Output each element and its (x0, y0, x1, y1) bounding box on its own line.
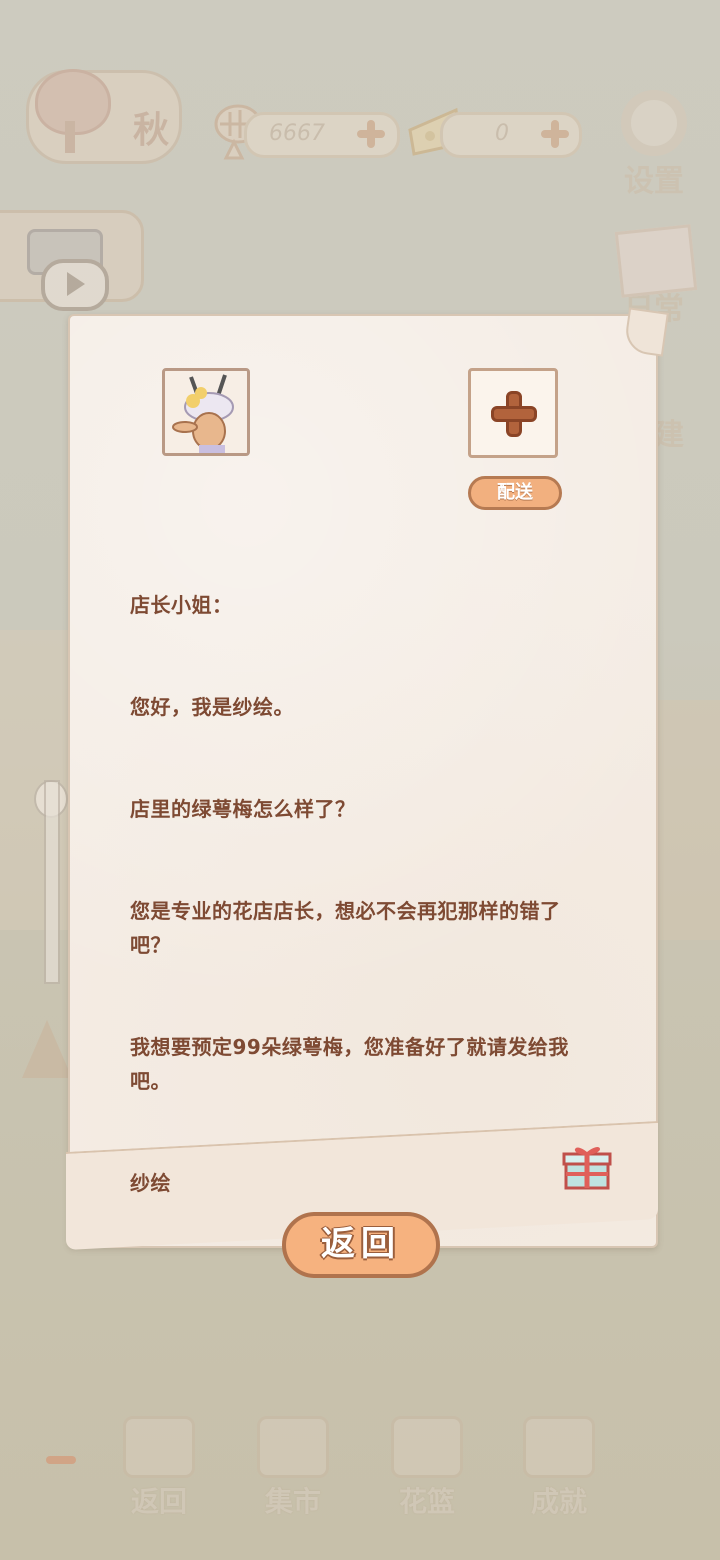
gear-icon (621, 90, 687, 156)
settings-button[interactable]: 设置 (614, 90, 694, 199)
add-fish-button[interactable] (355, 118, 387, 150)
letter-body: 店长小姐： 您好，我是纱绘。 店里的绿萼梅怎么样了？ 您是专业的花店店长，想必不… (130, 520, 590, 1268)
collapse-handle[interactable] (46, 1456, 76, 1464)
settings-label: 设置 (624, 164, 684, 199)
nav-basket[interactable]: 花篮 (384, 1416, 470, 1518)
neighbor-house (650, 700, 720, 940)
paper-curl (623, 307, 669, 357)
notepad-icon (614, 224, 698, 298)
antelope-character-icon (165, 371, 247, 453)
letter-line: 您是专业的花店店长，想必不会再犯那样的错了吧？ (130, 899, 561, 957)
fish-count: 6667 (269, 121, 325, 146)
nav-basket-label: 花篮 (398, 1485, 455, 1518)
nav-return-label: 返回 (130, 1485, 187, 1518)
cheese-count: 0 (495, 121, 509, 146)
tree-trunk (65, 121, 75, 153)
market-stall-icon (257, 1416, 329, 1478)
daily-button[interactable]: 日常 (612, 224, 698, 327)
gift-icon[interactable] (562, 1142, 612, 1190)
cheese-counter: 0 (440, 112, 582, 158)
add-cheese-button[interactable] (539, 118, 571, 150)
deliver-button[interactable]: 配送 (468, 476, 562, 510)
fish-counter: 6667 (244, 112, 400, 158)
plus-icon (491, 391, 537, 437)
nav-market-label: 集市 (264, 1485, 321, 1518)
street-lamp-pole (44, 780, 60, 984)
nav-achievements-label: 成就 (530, 1485, 587, 1518)
letter-line: 店里的绿萼梅怎么样了？ (130, 797, 356, 821)
order-letter: 配送 店长小姐： 您好，我是纱绘。 店里的绿萼梅怎么样了？ 您是专业的花店店长，… (66, 307, 669, 1250)
add-flower-slot[interactable] (468, 368, 558, 458)
letter-line: 您好，我是纱绘。 (130, 695, 294, 719)
nav-market[interactable]: 集市 (250, 1416, 336, 1518)
window-icon (123, 1416, 195, 1478)
season-badge[interactable]: 秋 (26, 69, 182, 164)
letter-signature: 纱绘 (130, 1171, 171, 1195)
roof-cone (22, 1020, 72, 1078)
play-icon (41, 259, 109, 311)
trophy-icon (523, 1416, 595, 1478)
video-shop-button[interactable] (0, 210, 144, 311)
build-label[interactable]: 建 (654, 410, 684, 454)
letter-line: 我想要预定99朵绿萼梅，您准备好了就请发给我吧。 (130, 1035, 569, 1093)
back-button[interactable]: 返回 (282, 1212, 440, 1278)
nav-achievements[interactable]: 成就 (516, 1416, 602, 1518)
nav-return[interactable]: 返回 (116, 1416, 202, 1518)
letter-line: 店长小姐： (130, 593, 233, 617)
customer-avatar (162, 368, 250, 456)
season-label: 秋 (132, 110, 169, 151)
flower-basket-icon (391, 1416, 463, 1478)
